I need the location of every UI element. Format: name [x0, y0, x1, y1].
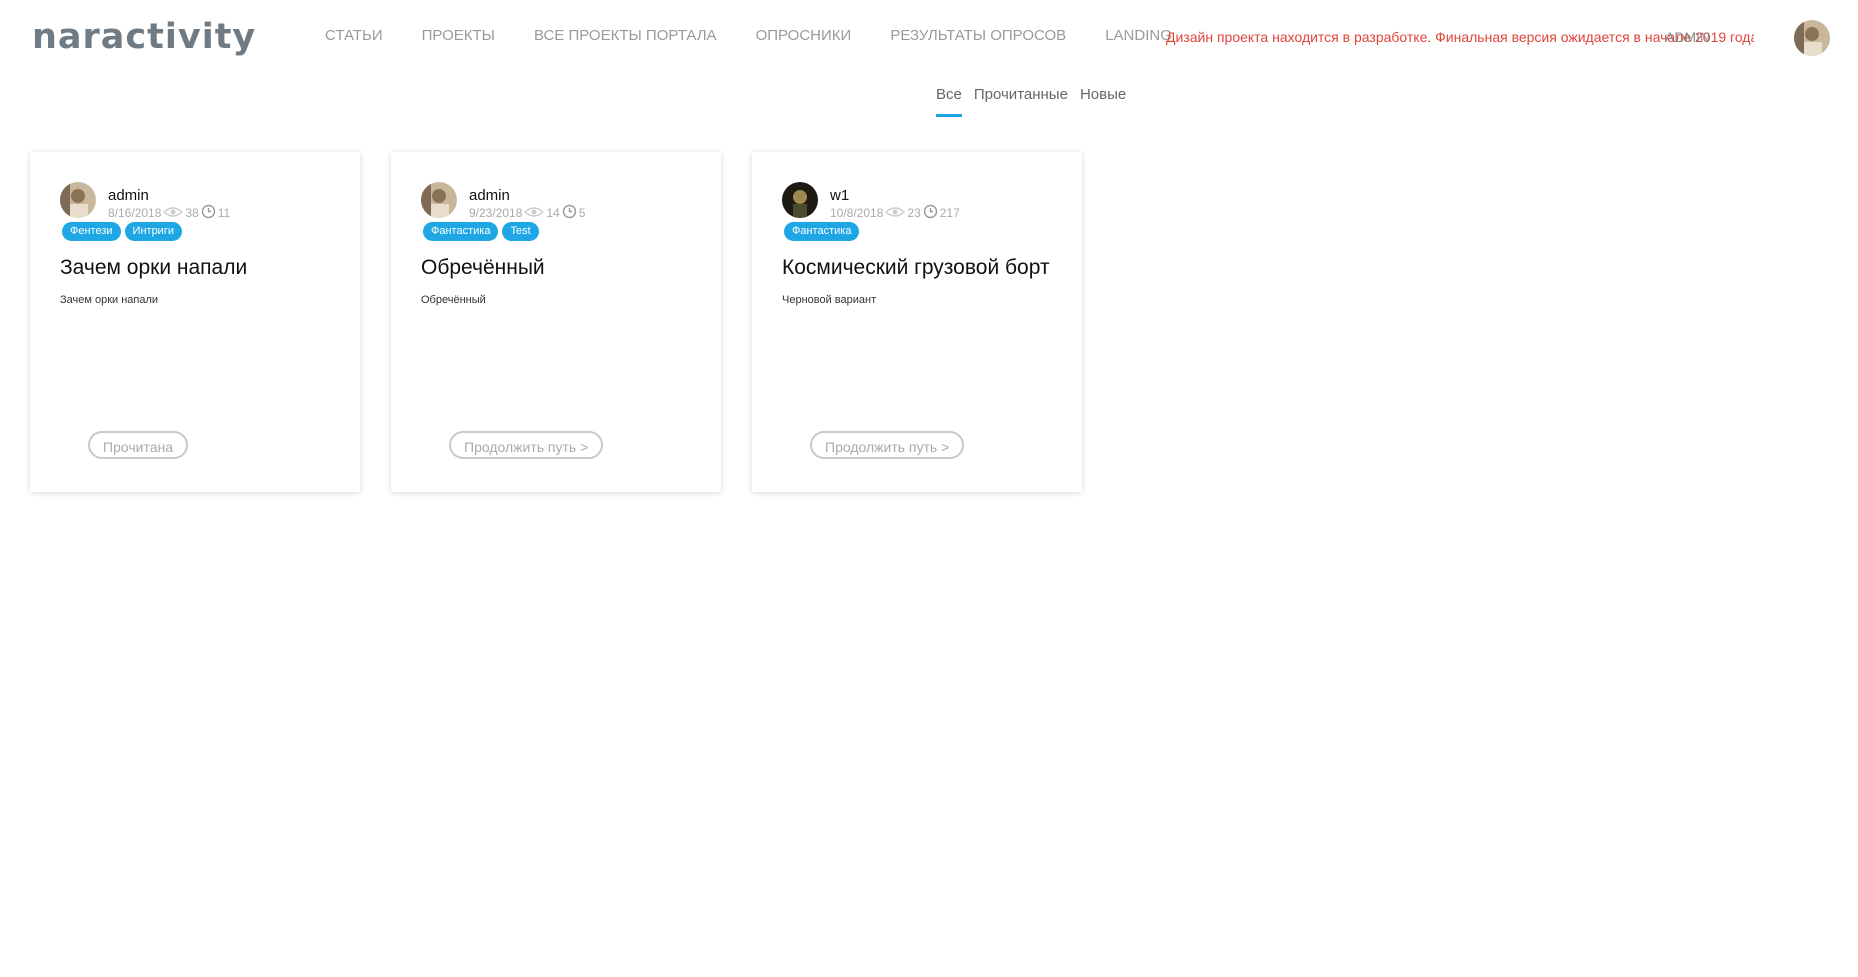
- top-header: naractivity СТАТЬИ ПРОЕКТЫ ВСЕ ПРОЕКТЫ П…: [0, 0, 1858, 76]
- date: 9/23/2018: [469, 206, 523, 220]
- main-nav: СТАТЬИ ПРОЕКТЫ ВСЕ ПРОЕКТЫ ПОРТАЛА ОПРОС…: [325, 27, 1172, 44]
- eye-icon: [524, 206, 545, 221]
- nav-item-surveys[interactable]: ОПРОСНИКИ: [756, 27, 852, 44]
- story-card[interactable]: admin 9/23/2018 14 5 Фантастика Test Обр…: [391, 152, 721, 492]
- nav-item-all-projects[interactable]: ВСЕ ПРОЕКТЫ ПОРТАЛА: [534, 27, 717, 44]
- tag[interactable]: Test: [502, 222, 539, 241]
- card-description: Зачем орки напали: [60, 294, 159, 306]
- user-name[interactable]: ADMIN: [1665, 29, 1710, 45]
- author-avatar: [421, 182, 457, 218]
- story-card[interactable]: w1 10/8/2018 23 217 Фантастика Космическ…: [752, 152, 1082, 492]
- card-meta: 8/16/2018 38 11: [108, 204, 230, 222]
- tag[interactable]: Фантастика: [423, 222, 499, 241]
- card-description: Черновой вариант: [782, 294, 877, 306]
- user-avatar[interactable]: [1794, 20, 1830, 56]
- logo[interactable]: naractivity: [32, 17, 292, 57]
- date: 8/16/2018: [108, 206, 162, 220]
- card-title[interactable]: Зачем орки напали: [60, 256, 247, 280]
- nav-item-landing[interactable]: LANDING: [1105, 27, 1172, 44]
- tab-new[interactable]: Новые: [1080, 86, 1126, 117]
- author-avatar: [60, 182, 96, 218]
- logo-text: naractivity: [32, 17, 257, 57]
- clock-icon: [562, 204, 577, 222]
- story-card[interactable]: admin 8/16/2018 38 11 Фентези Интриги За…: [30, 152, 360, 492]
- view-count: 23: [907, 206, 921, 220]
- read-time: 217: [939, 206, 960, 220]
- card-description: Обречённый: [421, 294, 486, 306]
- read-status-button[interactable]: Прочитана: [88, 431, 188, 459]
- tag-list: Фантастика: [784, 222, 860, 241]
- nav-item-projects[interactable]: ПРОЕКТЫ: [422, 27, 495, 44]
- nav-item-survey-results[interactable]: РЕЗУЛЬТАТЫ ОПРОСОВ: [890, 27, 1066, 44]
- eye-icon: [885, 206, 906, 221]
- tag-list: Фантастика Test: [423, 222, 539, 241]
- tag-list: Фентези Интриги: [62, 222, 182, 241]
- read-time: 5: [578, 206, 586, 220]
- card-title[interactable]: Космический грузовой борт: [782, 256, 1050, 280]
- card-meta: 9/23/2018 14 5: [469, 204, 585, 222]
- tag[interactable]: Фантастика: [784, 222, 860, 241]
- filter-tabs: Все Прочитанные Новые: [936, 86, 1126, 117]
- continue-button[interactable]: Продолжить путь >: [449, 431, 604, 459]
- view-count: 38: [185, 206, 199, 220]
- tag[interactable]: Фентези: [62, 222, 121, 241]
- view-count: 14: [546, 206, 560, 220]
- card-title[interactable]: Обречённый: [421, 256, 545, 280]
- author-name[interactable]: admin: [108, 187, 149, 204]
- read-time: 11: [217, 206, 231, 220]
- author-name[interactable]: admin: [469, 187, 510, 204]
- eye-icon: [163, 206, 184, 221]
- author-name[interactable]: w1: [830, 187, 849, 204]
- continue-button[interactable]: Продолжить путь >: [810, 431, 965, 459]
- card-meta: 10/8/2018 23 217: [830, 204, 960, 222]
- tab-read[interactable]: Прочитанные: [974, 86, 1068, 117]
- tag[interactable]: Интриги: [124, 222, 182, 241]
- nav-item-articles[interactable]: СТАТЬИ: [325, 27, 383, 44]
- date: 10/8/2018: [830, 206, 884, 220]
- clock-icon: [201, 204, 216, 222]
- author-avatar: [782, 182, 818, 218]
- clock-icon: [923, 204, 938, 222]
- tab-all[interactable]: Все: [936, 86, 962, 117]
